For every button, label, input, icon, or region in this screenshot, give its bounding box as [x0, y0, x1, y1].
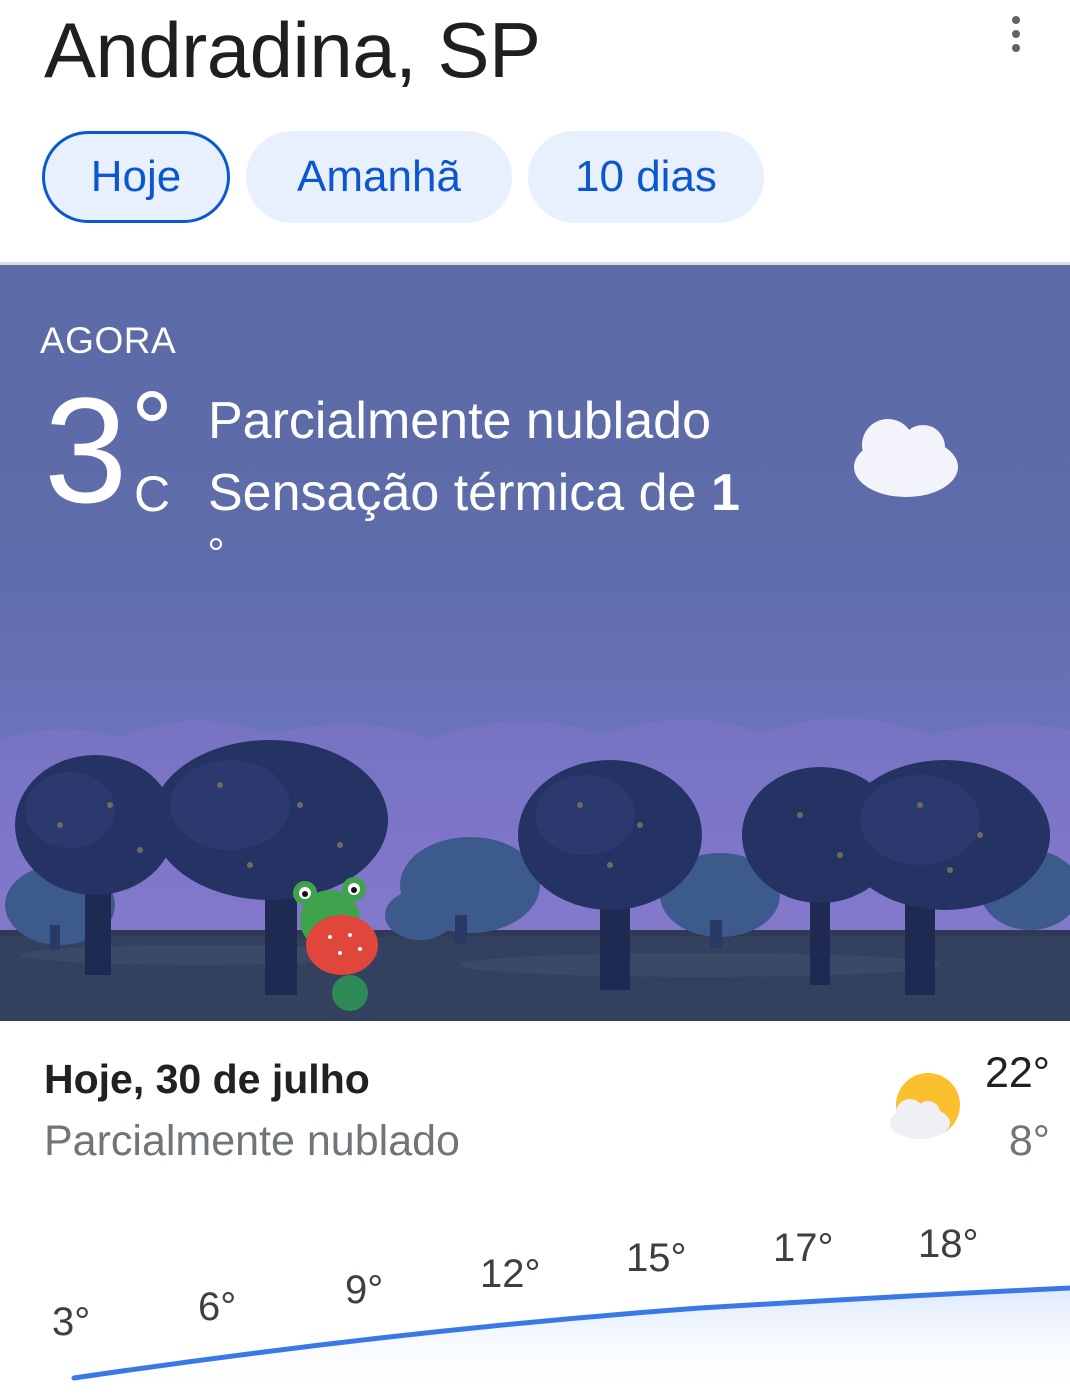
temperature-unit: C [134, 466, 171, 522]
tab-today[interactable]: Hoje [42, 131, 230, 223]
feels-like-degree [210, 538, 222, 550]
feels-like-prefix: Sensação térmica de [208, 464, 711, 522]
low-temperature: 8° [1008, 1117, 1050, 1165]
current-temperature: 3 [44, 366, 128, 534]
tab-10-days[interactable]: 10 dias [528, 131, 764, 223]
high-temperature: 22° [984, 1049, 1050, 1097]
hourly-temp-label: 12° [480, 1252, 541, 1296]
now-label: AGORA [40, 320, 177, 361]
day-condition: Parcialmente nublado [44, 1117, 460, 1165]
current-weather-panel: AGORA 3 C Parcialmente nublado Sensação … [0, 265, 1070, 1021]
feels-like-value: 1 [710, 464, 740, 522]
hourly-temp-label: 18° [918, 1222, 979, 1266]
current-condition: Parcialmente nublado [208, 392, 711, 450]
header: Andradina, SP Hoje Amanhã 10 dias [0, 0, 1070, 262]
hourly-temp-label: 15° [626, 1236, 687, 1280]
location-title: Andradina, SP [44, 6, 541, 94]
hourly-temperature-graph[interactable]: 3° 6° 9° 12° 15° 17° 18° [0, 1190, 1070, 1398]
partly-cloudy-night-icon [854, 383, 966, 497]
degree-symbol [137, 391, 167, 421]
hourly-temp-label: 9° [345, 1268, 384, 1312]
hourly-temp-label: 17° [773, 1226, 834, 1270]
partly-cloudy-day-icon [890, 1073, 960, 1139]
hourly-temp-label: 6° [198, 1285, 237, 1329]
day-title: Hoje, 30 de julho [44, 1056, 370, 1102]
feels-like: Sensação térmica de 1 [208, 461, 740, 525]
hourly-temp-label: 3° [52, 1300, 91, 1344]
tab-tomorrow[interactable]: Amanhã [246, 131, 512, 223]
more-vert-icon[interactable] [996, 10, 1036, 58]
